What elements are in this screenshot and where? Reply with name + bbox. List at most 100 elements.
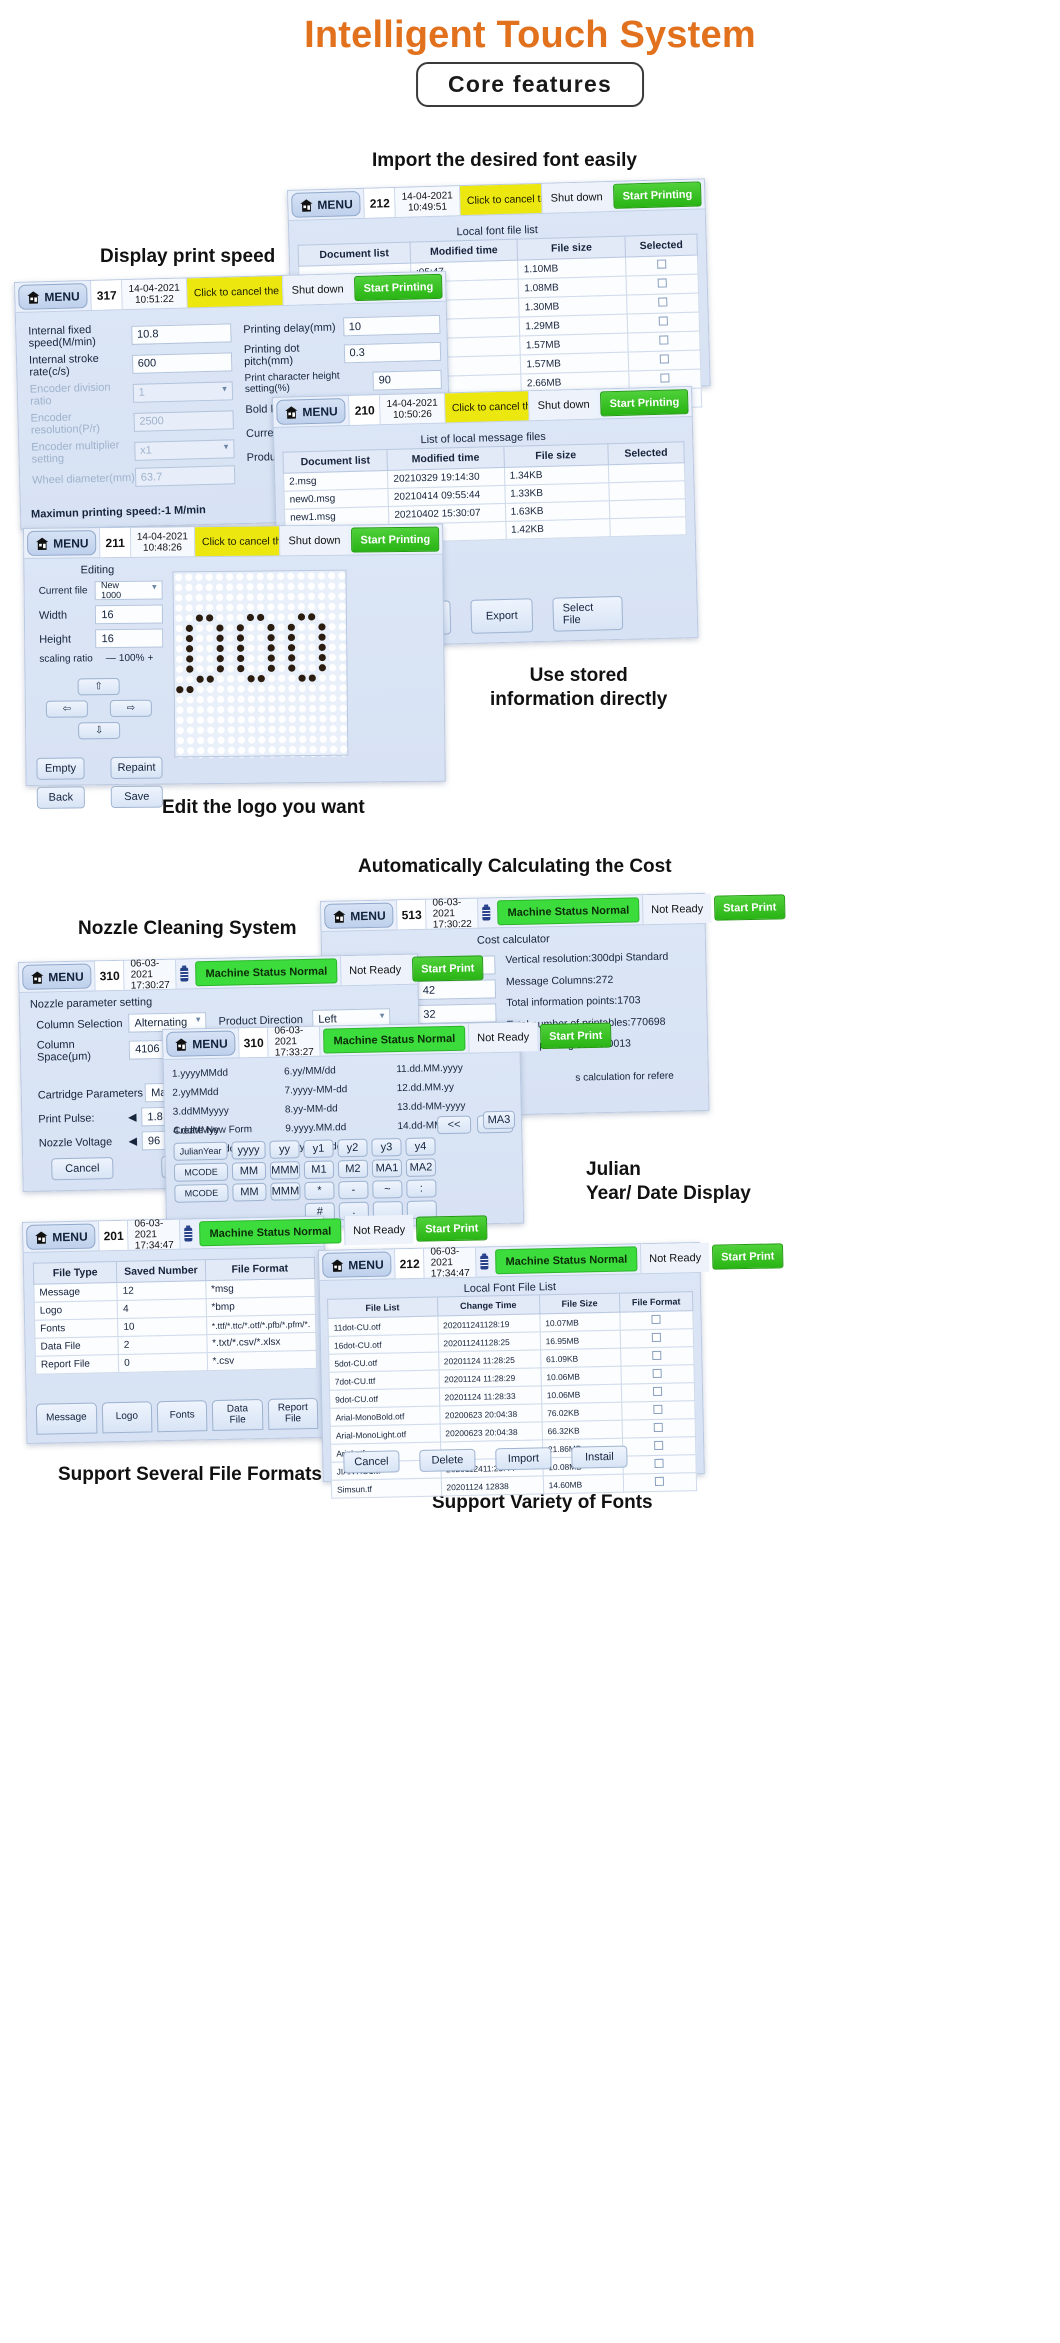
field-value[interactable]: 0.3 [343, 341, 442, 363]
save-button[interactable]: Save [110, 785, 163, 809]
field-value[interactable]: 90 [372, 369, 442, 391]
decrement-icon[interactable]: ◀ [123, 1134, 142, 1148]
menu-button[interactable]: MENU [291, 190, 362, 218]
menu-button[interactable]: MENU [22, 963, 92, 990]
start-print-button[interactable]: Start Print [711, 1243, 784, 1270]
scaling-stepper[interactable]: — 100% + [96, 653, 164, 665]
cell-selected[interactable] [627, 312, 700, 334]
menu-button[interactable]: MENU [27, 530, 97, 556]
start-printing-button[interactable]: Start Printing [354, 273, 443, 302]
field-internal-fixed-speed[interactable]: Internal fixed speed(M/min) 10.8 [22, 320, 232, 350]
checkbox[interactable] [660, 373, 670, 383]
key-ma2[interactable]: MA2 [405, 1158, 437, 1177]
menu-button[interactable]: MENU [26, 1223, 96, 1250]
tab-fonts[interactable]: Fonts [156, 1400, 208, 1433]
cell-format[interactable] [620, 1346, 694, 1367]
export-button[interactable]: Export [470, 598, 534, 634]
key-m2[interactable]: M2 [337, 1159, 369, 1179]
checkbox[interactable] [654, 1422, 664, 1432]
cell-selected[interactable] [609, 516, 687, 537]
cancel-button[interactable]: Cancel [51, 1157, 114, 1181]
cell-format[interactable] [619, 1310, 694, 1331]
back-button[interactable]: Back [36, 786, 85, 809]
cell-format[interactable] [622, 1454, 697, 1475]
cell-selected[interactable] [608, 462, 685, 483]
import-button[interactable]: Import [495, 1447, 552, 1471]
list-item[interactable]: 6.yy/MM/dd [284, 1060, 397, 1081]
cell-selected[interactable] [626, 293, 700, 315]
logo-dot-canvas[interactable] [172, 569, 350, 759]
list-item[interactable]: 3.ddMMyyyy [173, 1100, 286, 1121]
cancel-flash-banner[interactable]: Click to cancel the flashing of the mess… [444, 391, 530, 423]
key-mmm-2[interactable]: MMM [270, 1182, 301, 1201]
checkbox[interactable] [654, 1440, 664, 1450]
menu-button[interactable]: MENU [324, 902, 394, 929]
list-item[interactable]: 11.dd.MM.yyyy [396, 1058, 512, 1079]
key-y3[interactable]: y3 [371, 1138, 402, 1157]
start-print-button[interactable]: Start Print [539, 1022, 612, 1050]
field-char-height[interactable]: Print character height setting(%) 90 [238, 368, 442, 395]
field-width[interactable]: Width 16 [33, 604, 164, 625]
tab-message[interactable]: Message [35, 1402, 98, 1435]
key-julian-year[interactable]: JulianYear [173, 1141, 228, 1161]
key-y4[interactable]: y4 [405, 1137, 436, 1156]
field-encoder-division-ratio[interactable]: Encoder division ratio 1 [24, 378, 234, 408]
tab-report-file[interactable]: Report File [267, 1397, 319, 1430]
shutdown-button[interactable]: Shut down [279, 525, 349, 556]
list-item[interactable]: 8.yy-MM-dd [285, 1098, 398, 1119]
list-item[interactable]: 12.dd.MM.yy [396, 1077, 512, 1098]
select-file-button[interactable]: Select File [552, 595, 624, 632]
field-encoder-multiplier[interactable]: Encoder multiplier setting x1 [25, 436, 235, 466]
cell-selected[interactable] [627, 331, 701, 353]
cell-format[interactable] [621, 1382, 695, 1403]
key-yyyy[interactable]: yyyy [231, 1140, 266, 1160]
empty-button[interactable]: Empty [36, 757, 85, 780]
key-yy[interactable]: yy [269, 1140, 300, 1159]
start-printing-button[interactable]: Start Printing [351, 526, 440, 553]
field-scaling-ratio[interactable]: scaling ratio — 100% + [33, 653, 163, 665]
checkbox[interactable] [654, 1458, 665, 1468]
field-printing-delay[interactable]: Printing delay(mm) 10 [237, 314, 441, 339]
field-height[interactable]: Height 16 [33, 628, 164, 649]
checkbox[interactable] [657, 259, 667, 269]
cell-format[interactable] [622, 1418, 696, 1439]
cell-selected[interactable] [628, 350, 701, 372]
checkbox[interactable] [659, 354, 670, 364]
cell-format[interactable] [620, 1364, 695, 1385]
field-value[interactable]: 32 [417, 1003, 497, 1024]
key-colon[interactable]: : [406, 1179, 437, 1198]
menu-button[interactable]: MENU [322, 1251, 392, 1278]
key-mmm[interactable]: MMM [269, 1161, 301, 1180]
key-m1[interactable]: M1 [303, 1160, 335, 1180]
field-value[interactable]: 63.7 [134, 465, 236, 487]
cell-selected[interactable] [625, 255, 699, 277]
shutdown-button[interactable]: Shut down [541, 181, 612, 213]
field-value[interactable]: 10 [342, 314, 441, 337]
checkbox[interactable] [653, 1404, 663, 1414]
field-encoder-resolution[interactable]: Encoder resolution(P/r) 2500 [24, 407, 234, 437]
key-dash[interactable]: - [338, 1180, 369, 1200]
checkbox[interactable] [652, 1350, 662, 1361]
key-ma1[interactable]: MA1 [371, 1159, 403, 1178]
decrement-icon[interactable]: ◀ [123, 1110, 142, 1124]
key-y1[interactable]: y1 [303, 1139, 334, 1159]
checkbox[interactable] [657, 278, 667, 288]
cell-format[interactable] [621, 1400, 696, 1421]
shutdown-button[interactable]: Shut down [528, 389, 599, 421]
start-printing-button[interactable]: Start Printing [600, 389, 689, 417]
checkbox[interactable] [653, 1386, 663, 1397]
cell-selected[interactable] [626, 274, 699, 296]
checkbox[interactable] [659, 335, 669, 345]
key-mcode-2[interactable]: MCODE [174, 1183, 229, 1203]
menu-button[interactable]: MENU [276, 398, 347, 425]
field-wheel-diameter[interactable]: Wheel diameter(mm) 63.7 [26, 465, 236, 489]
field-value[interactable]: x1 [133, 438, 235, 461]
field-value[interactable]: 2500 [133, 409, 234, 432]
cancel-flash-banner[interactable]: Click to cancel the flashing of the mess… [459, 183, 543, 216]
checkbox[interactable] [651, 1314, 662, 1325]
move-down-button[interactable]: ⇩ [78, 721, 121, 740]
checkbox[interactable] [658, 297, 668, 307]
tab-data-file[interactable]: Data File [212, 1399, 264, 1432]
tab-logo[interactable]: Logo [101, 1401, 153, 1434]
start-printing-button[interactable]: Start Printing [613, 181, 702, 209]
